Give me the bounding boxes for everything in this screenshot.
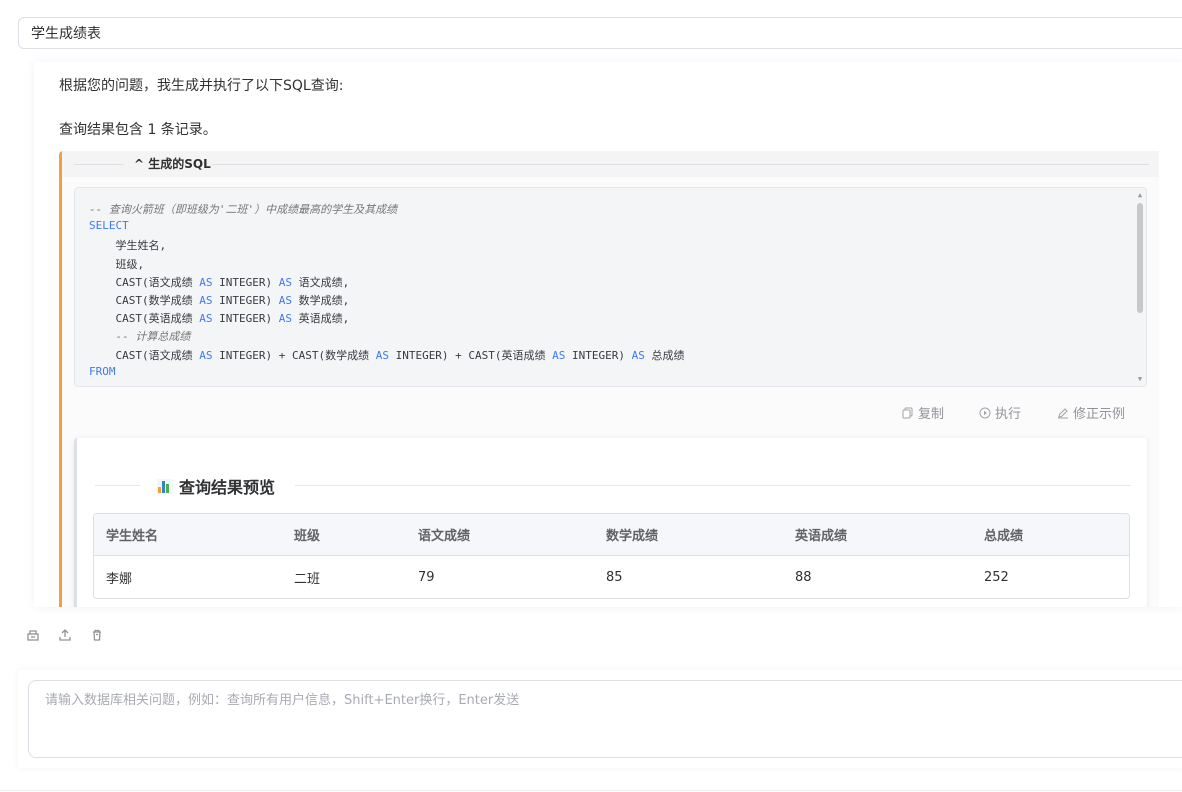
result-divider-right [295,485,1131,486]
sql-text: CAST(语文成绩 [89,275,200,289]
table-cell: 252 [984,569,1009,585]
sql-text: INTEGER) [565,348,632,362]
sql-keyword: AS [199,312,213,326]
scroll-up-icon[interactable]: ▲ [1136,191,1144,199]
table-row[interactable]: 李娜 二班 79 85 88 252 [94,556,1129,598]
sql-text: INTEGER) [212,312,279,326]
copy-button[interactable]: 复制 [902,403,944,422]
column-header[interactable]: 班级 [282,514,406,556]
table-cell: 李娜 [106,571,133,587]
table-cell: 二班 [294,571,321,587]
code-scrollbar[interactable]: ▲ ▼ [1136,191,1144,383]
table-header-row: 学生姓名 班级 语文成绩 数学成绩 英语成绩 总成绩 [94,514,1129,556]
sql-keyword: AS [631,348,645,362]
column-header[interactable]: 英语成绩 [783,514,972,556]
sql-code-line: CAST(语文成绩 AS INTEGER) + CAST(数学成绩 AS INT… [89,347,685,363]
sql-text: 学生姓名, [89,239,167,253]
sql-text: CAST(英语成绩 [89,312,200,326]
message-intro: 根据您的问题，我生成并执行了以下SQL查询: [59,78,344,94]
sql-text: 数学成绩, [291,294,350,307]
table-cell: 79 [418,569,435,585]
sql-text: 班级, [89,257,145,271]
upload-icon[interactable] [58,628,72,642]
sql-code-block[interactable]: -- 查询火箭班（即班级为'二班'）中成绩最高的学生及其成绩 SELECT 学生姓… [74,187,1147,387]
execute-label: 执行 [995,407,1022,422]
bar-chart-icon [157,478,173,494]
header-divider-right [212,164,1149,165]
chat-input-container [18,670,1182,768]
sql-text: 英语成绩, [291,312,350,326]
database-icon[interactable] [26,628,40,642]
sql-text: INTEGER) + CAST(英语成绩 [388,348,553,362]
sql-code-line: FROM [89,365,116,378]
column-header[interactable]: 总成绩 [972,514,1129,556]
datasource-selected-label: 学生成绩表 [31,26,101,42]
sql-code-line: SELECT [89,219,129,232]
sql-keyword: AS [278,275,292,289]
sql-keyword: AS [199,294,213,307]
message-summary: 查询结果包含 1 条记录。 [59,122,217,138]
datasource-select[interactable]: 学生成绩表 [18,17,1182,49]
chat-input[interactable] [28,680,1182,758]
scroll-down-icon[interactable]: ▼ [1136,375,1144,383]
sql-panel-title: ^ 生成的SQL [134,157,211,171]
sql-text: 总成绩 [644,348,685,362]
sql-comment: -- 查询火箭班（即班级为'二班'）中成绩最高的学生及其成绩 [89,203,398,216]
table-cell: 88 [795,569,812,585]
sql-code-line: -- 计算总成绩 [89,328,190,344]
sql-keyword: AS [199,348,213,362]
trash-icon[interactable] [90,628,104,642]
sql-keyword: AS [552,348,566,362]
sql-comment: -- 计算总成绩 [89,330,191,344]
scrollbar-thumb[interactable] [1137,203,1143,313]
copy-label: 复制 [918,407,945,422]
column-header[interactable]: 学生姓名 [94,514,282,556]
message-toolbar [26,628,104,642]
result-preview-card: 查询结果预览 学生姓名 班级 语文成绩 数学成绩 英语成绩 总成绩 李娜 二班 … [74,438,1147,607]
sql-code-line: CAST(英语成绩 AS INTEGER) AS 英语成绩, [89,310,349,326]
sql-keyword: AS [278,294,292,307]
sql-text: INTEGER) [212,294,279,307]
sql-text: 语文成绩, [291,275,350,289]
fix-example-button[interactable]: 修正示例 [1057,403,1125,422]
assistant-message: 根据您的问题，我生成并执行了以下SQL查询: 查询结果包含 1 条记录。 ^ 生… [34,62,1182,607]
header-divider-left [74,164,124,165]
result-table: 学生姓名 班级 语文成绩 数学成绩 英语成绩 总成绩 李娜 二班 79 85 8 [93,513,1130,599]
sql-keyword: AS [199,275,213,289]
sql-code-line: CAST(数学成绩 AS INTEGER) AS 数学成绩, [89,292,349,308]
sql-text: INTEGER) [212,275,279,289]
sql-collapse-panel: ^ 生成的SQL -- 查询火箭班（即班级为'二班'）中成绩最高的学生及其成绩 S… [59,151,1159,607]
sql-keyword: AS [375,348,389,362]
play-circle-icon [979,407,991,418]
result-divider-left [95,485,140,486]
result-title-text: 查询结果预览 [179,478,276,497]
sql-text: CAST(数学成绩 [89,294,200,307]
sql-text: INTEGER) + CAST(数学成绩 [212,348,376,362]
sql-code-line: -- 查询火箭班（即班级为'二班'）中成绩最高的学生及其成绩 [89,201,397,217]
execute-button[interactable]: 执行 [979,403,1021,422]
table-cell: 85 [606,569,623,585]
sql-collapse-header[interactable]: ^ 生成的SQL [62,151,1159,177]
sql-code-line: 学生姓名, [89,237,166,253]
sql-code-line: 班级, [89,256,144,272]
edit-icon [1058,407,1068,418]
fix-example-label: 修正示例 [1073,407,1126,422]
column-header[interactable]: 语文成绩 [406,514,594,556]
sql-keyword: SELECT [89,219,129,233]
sql-code-line: CAST(语文成绩 AS INTEGER) AS 语文成绩, [89,274,349,290]
result-title: 查询结果预览 [157,474,275,498]
bottom-divider [0,790,1182,791]
copy-icon [902,407,913,418]
sql-keyword: FROM [89,364,116,378]
column-header[interactable]: 数学成绩 [594,514,783,556]
sql-text: CAST(语文成绩 [89,348,200,362]
sql-keyword: AS [278,312,292,326]
